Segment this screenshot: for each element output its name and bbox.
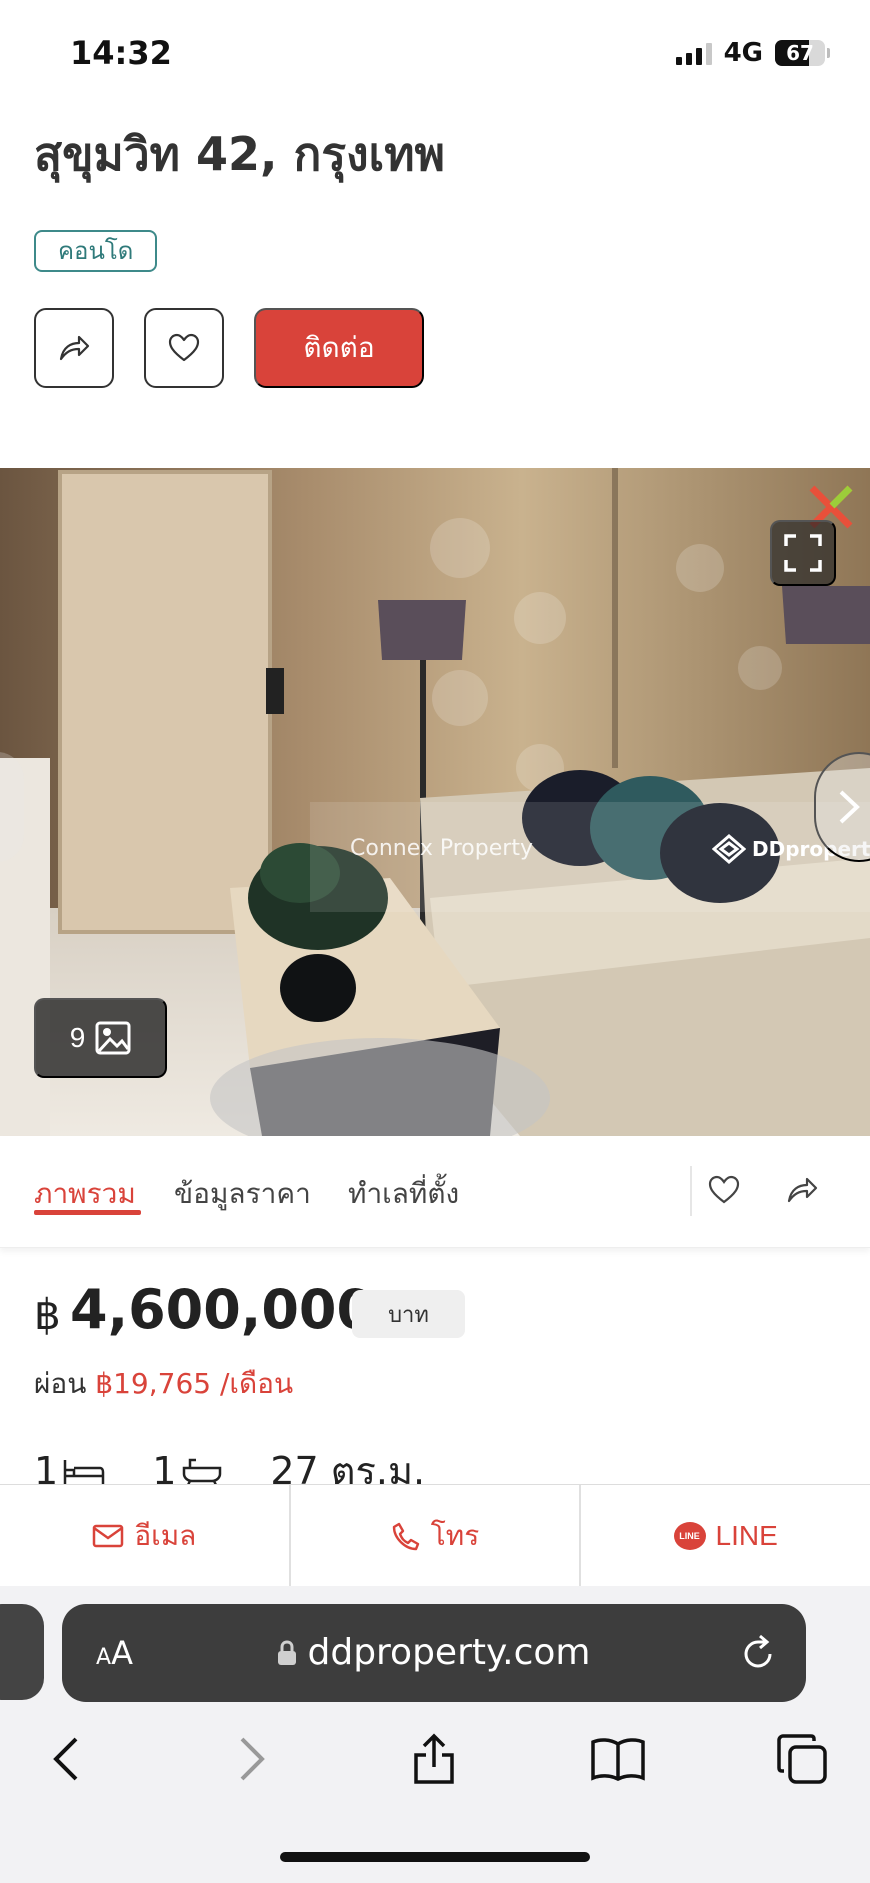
mail-icon bbox=[93, 1524, 124, 1547]
tabs-share-button[interactable] bbox=[780, 1168, 824, 1212]
email-button[interactable]: อีเมล bbox=[0, 1485, 291, 1586]
fullscreen-icon bbox=[784, 534, 822, 572]
browser-chrome: AA ddproperty.com bbox=[0, 1586, 870, 1883]
installment: ผ่อน ฿19,765 /เดือน bbox=[34, 1362, 293, 1406]
phone-icon bbox=[392, 1522, 419, 1550]
tabs-button[interactable] bbox=[774, 1731, 830, 1787]
heart-icon bbox=[708, 1175, 740, 1204]
bookmarks-button[interactable] bbox=[590, 1731, 646, 1787]
photo-count-button[interactable]: 9 bbox=[34, 998, 167, 1078]
contact-action-bar: อีเมล โทร LINE LINE bbox=[0, 1484, 870, 1586]
ddproperty-logo-icon bbox=[712, 834, 746, 864]
battery-level: 67 bbox=[786, 41, 814, 65]
signal-icon bbox=[675, 41, 712, 65]
lock-icon bbox=[278, 1639, 297, 1665]
line-button[interactable]: LINE LINE bbox=[581, 1485, 870, 1586]
share-icon bbox=[787, 1177, 818, 1203]
reload-icon[interactable] bbox=[740, 1634, 776, 1672]
status-bar: 14:32 4G 67 bbox=[0, 0, 870, 100]
share-sheet-button[interactable] bbox=[406, 1731, 462, 1787]
installment-amount: ฿19,765 /เดือน bbox=[95, 1367, 294, 1400]
contact-button[interactable]: ติดต่อ bbox=[254, 308, 424, 388]
bath-icon bbox=[183, 1458, 222, 1486]
tab-price-info[interactable]: ข้อมูลราคา bbox=[174, 1172, 311, 1216]
forward-icon bbox=[240, 1737, 265, 1781]
fullscreen-button[interactable] bbox=[770, 520, 836, 586]
chevron-right-icon bbox=[839, 790, 860, 824]
photo-count: 9 bbox=[69, 1022, 86, 1053]
property-type-badge: คอนโด bbox=[34, 230, 158, 272]
active-tab-indicator bbox=[34, 1210, 141, 1215]
price-unit-badge: บาท bbox=[352, 1290, 465, 1338]
address-bar[interactable]: AA ddproperty.com bbox=[62, 1604, 806, 1702]
share-button[interactable] bbox=[34, 308, 114, 388]
status-time: 14:32 bbox=[70, 34, 172, 72]
network-type: 4G bbox=[723, 38, 763, 68]
email-label: อีเมล bbox=[134, 1519, 197, 1551]
heart-icon bbox=[168, 333, 200, 362]
back-button[interactable] bbox=[38, 1731, 94, 1787]
home-indicator bbox=[280, 1852, 590, 1862]
watermark-agency: Connex Property bbox=[350, 836, 533, 861]
tabs-icon bbox=[777, 1734, 827, 1784]
forward-button[interactable] bbox=[224, 1731, 280, 1787]
gallery-icon bbox=[95, 1021, 131, 1055]
url-text: ddproperty.com bbox=[307, 1632, 591, 1673]
bookmarks-icon bbox=[591, 1738, 645, 1781]
favorite-button[interactable] bbox=[144, 308, 224, 388]
line-label: LINE bbox=[715, 1519, 778, 1551]
listing-title: สุขุมวิท 42, กรุงเทพ bbox=[34, 127, 445, 181]
status-indicators: 4G 67 bbox=[675, 38, 830, 68]
call-label: โทร bbox=[430, 1519, 480, 1551]
back-icon bbox=[53, 1737, 78, 1781]
share-sheet-icon bbox=[414, 1733, 454, 1784]
listing-price: 4,600,000 bbox=[70, 1278, 375, 1341]
tabs-favorite-button[interactable] bbox=[702, 1168, 746, 1212]
installment-label: ผ่อน bbox=[34, 1367, 87, 1400]
currency-symbol: ฿ bbox=[34, 1290, 61, 1339]
share-icon bbox=[59, 335, 90, 361]
previous-tab-preview[interactable] bbox=[0, 1604, 44, 1700]
url-display[interactable]: ddproperty.com bbox=[62, 1632, 806, 1673]
tab-location[interactable]: ทำเลที่ตั้ง bbox=[348, 1172, 459, 1216]
line-icon: LINE bbox=[673, 1521, 706, 1550]
battery-icon: 67 bbox=[775, 40, 830, 66]
tabs-divider bbox=[690, 1166, 692, 1216]
gallery-prev-edge bbox=[0, 752, 24, 862]
call-button[interactable]: โทร bbox=[290, 1485, 582, 1586]
bed-icon bbox=[63, 1459, 105, 1484]
